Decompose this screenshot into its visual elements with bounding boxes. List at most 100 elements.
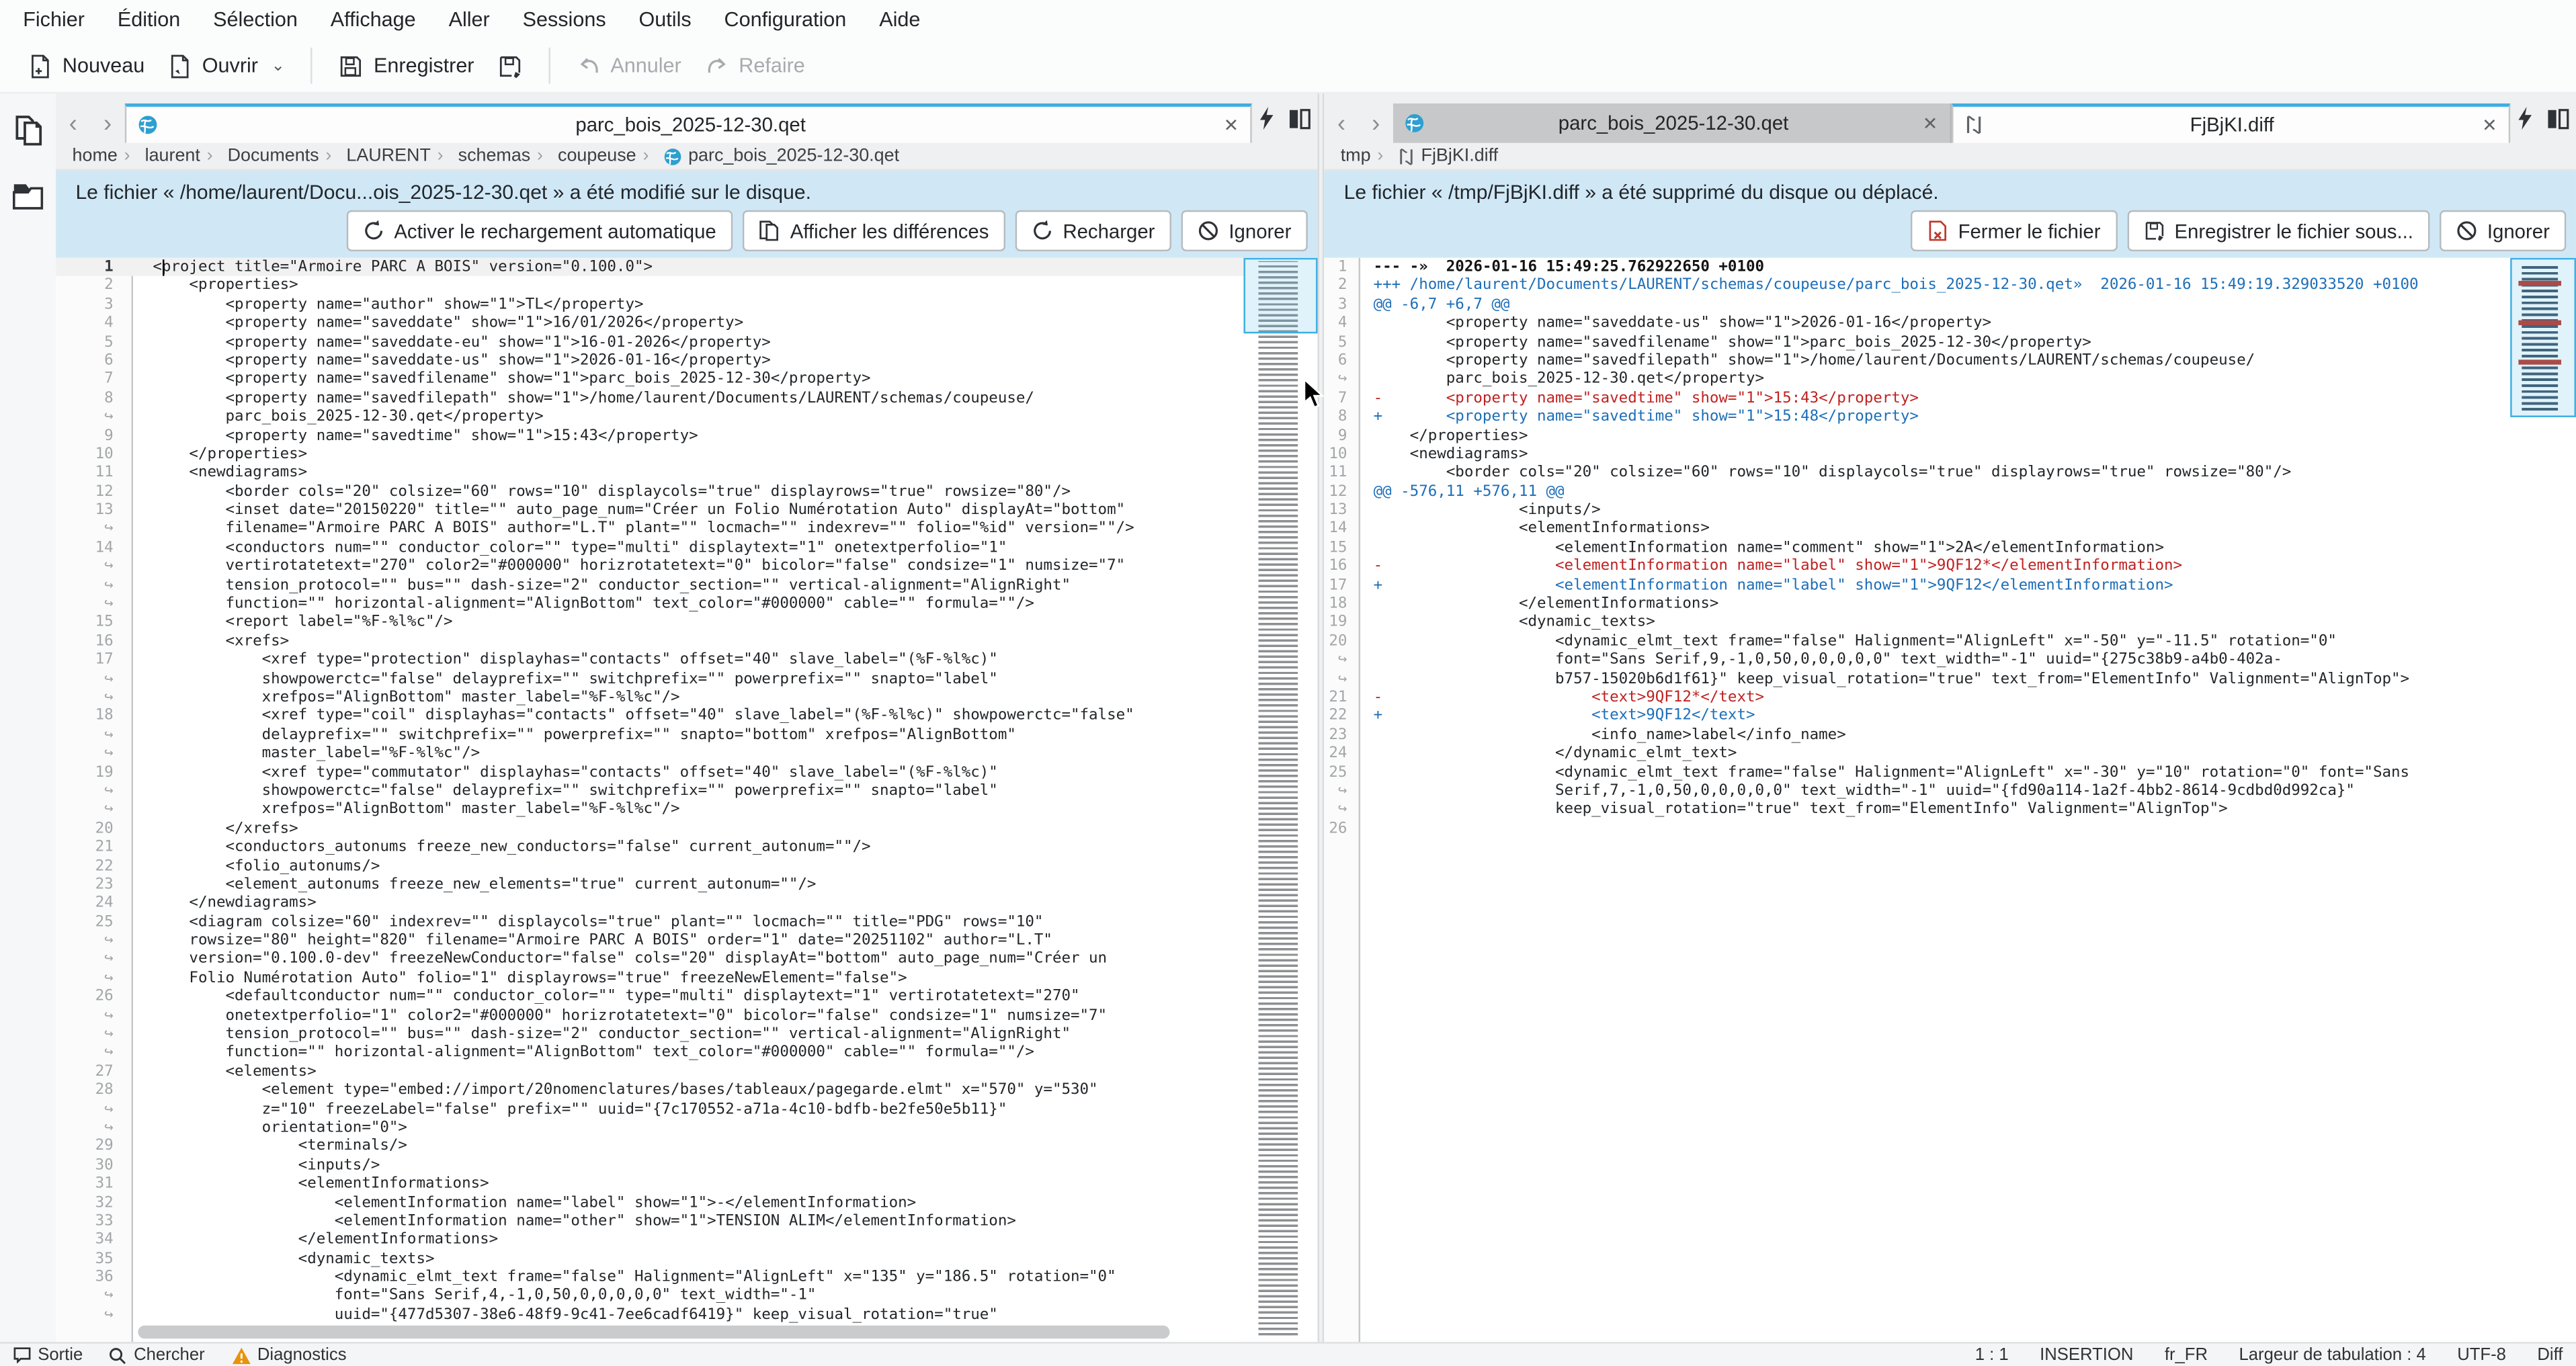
crumb-home[interactable]: home <box>69 146 121 166</box>
undo-icon <box>576 53 601 78</box>
toolbar-separator <box>548 48 550 84</box>
code-line: 20 </xrefs> <box>56 819 1317 838</box>
ignore-button-left[interactable]: Ignorer <box>1181 210 1308 251</box>
redo-icon <box>704 53 729 78</box>
ignore-label: Ignorer <box>1229 219 1291 242</box>
qet-file-icon <box>663 147 681 165</box>
horizontal-scrollbar[interactable] <box>138 1326 1235 1339</box>
code-line: 28 <element type="embed://import/20nomen… <box>56 1081 1317 1100</box>
code-line: 10 <newdiagrams> <box>1324 445 2576 464</box>
output-toggle[interactable]: Sortie <box>13 1345 83 1365</box>
minimap-viewport[interactable] <box>1243 258 1317 333</box>
tab-parc-bois-left[interactable]: parc_bois_2025-12-30.qet ✕ <box>125 103 1252 143</box>
diagnostics-label: Diagnostics <box>257 1345 347 1365</box>
quick-open-icon[interactable] <box>1258 107 1274 130</box>
code-line: 5 <property name="saveddate-eu" show="1"… <box>56 333 1317 351</box>
diff-pages-icon <box>759 220 780 242</box>
tab-parc-bois-right[interactable]: parc_bois_2025-12-30.qet ✕ <box>1393 103 1951 143</box>
history-forward-button[interactable]: › <box>1359 103 1393 143</box>
history-back-button[interactable]: ‹ <box>56 103 90 143</box>
cursor-position[interactable]: 1 : 1 <box>1975 1345 2009 1365</box>
save-as-button[interactable] <box>486 47 534 85</box>
crumb-documents[interactable]: Documents <box>204 146 323 166</box>
menu-fichier[interactable]: Fichier <box>7 0 101 40</box>
menu-outils[interactable]: Outils <box>622 0 708 40</box>
highlighting-mode[interactable]: Diff <box>2537 1345 2563 1365</box>
ignore-button-right[interactable]: Ignorer <box>2440 210 2566 251</box>
tab-close-icon[interactable]: ✕ <box>1214 114 1239 136</box>
menu-aller[interactable]: Aller <box>432 0 506 40</box>
code-line: 8 <property name="savedfilepath" show="1… <box>56 389 1317 408</box>
tab-title: parc_bois_2025-12-30.qet <box>167 114 1214 136</box>
save-button[interactable]: Enregistrer <box>328 47 486 85</box>
code-line: 1--- -» 2026-01-16 15:49:25.762922650 +0… <box>1324 258 2576 277</box>
code-line: 12 <border cols="20" colsize="60" rows="… <box>56 482 1317 501</box>
crumb-diff-file[interactable]: FjBjKI.diff <box>1374 146 1501 166</box>
tab-width[interactable]: Largeur de tabulation : 4 <box>2239 1345 2425 1365</box>
history-forward-button[interactable]: › <box>90 103 124 143</box>
horizontal-scrollbar-thumb[interactable] <box>138 1326 1169 1339</box>
code-line: 18 <xref type="coil" displayhas="contact… <box>56 707 1317 726</box>
dictionary[interactable]: fr_FR <box>2165 1345 2208 1365</box>
crumb-file[interactable]: parc_bois_2025-12-30.qet <box>640 146 903 166</box>
crumb-coupeuse[interactable]: coupeuse <box>534 146 639 166</box>
code-line: ↪ function="" horizontal-alignment="Alig… <box>56 1043 1317 1062</box>
minimap-viewport[interactable] <box>2510 258 2576 417</box>
tab-close-icon[interactable]: ✕ <box>2472 114 2497 136</box>
tab-close-icon[interactable]: ✕ <box>1913 112 1938 134</box>
split-view-icon[interactable] <box>1288 108 1311 129</box>
crumb-file-label: parc_bois_2025-12-30.qet <box>688 146 899 166</box>
menu-affichage[interactable]: Affichage <box>314 0 432 40</box>
quick-open-icon[interactable] <box>2517 107 2533 130</box>
save-file-as-button[interactable]: Enregistrer le fichier sous... <box>2127 210 2430 251</box>
input-mode[interactable]: INSERTION <box>2040 1345 2133 1365</box>
code-line: ↪ parc_bois_2025-12-30.qet</property> <box>1324 370 2576 389</box>
crumb-laurent[interactable]: laurent <box>121 146 204 166</box>
show-diff-button[interactable]: Afficher les différences <box>743 210 1005 251</box>
diff-file-icon <box>1398 147 1414 165</box>
encoding[interactable]: UTF-8 <box>2457 1345 2506 1365</box>
filesystem-toolview-icon[interactable] <box>11 182 44 210</box>
history-back-button[interactable]: ‹ <box>1324 103 1358 143</box>
open-icon <box>167 53 192 78</box>
code-line: ↪ version="0.100.0-dev" freezeNewConduct… <box>56 950 1317 969</box>
menu-sessions[interactable]: Sessions <box>506 0 622 40</box>
split-view-icon[interactable] <box>2546 108 2569 129</box>
reload-button[interactable]: Recharger <box>1015 210 1171 251</box>
undo-button[interactable]: Annuler <box>565 47 693 85</box>
menu-selection[interactable]: Sélection <box>197 0 315 40</box>
code-line: ↪ Serif,7,-1,0,50,0,0,0,0,0" text_width=… <box>1324 781 2576 800</box>
open-button[interactable]: Ouvrir ⌄ <box>156 47 296 85</box>
left-minimap-scrollbar[interactable] <box>1243 258 1317 1342</box>
toolview-sidebar <box>0 93 56 1342</box>
pane-splitter[interactable] <box>1317 93 1324 1342</box>
code-line: 15 <report label="%F-%l%c"/> <box>56 613 1317 632</box>
search-icon <box>109 1346 127 1364</box>
code-line: 24 </newdiagrams> <box>56 894 1317 912</box>
tab-diff-file[interactable]: FjBjKI.diff ✕ <box>1951 103 2510 143</box>
code-line: 4 <property name="saveddate" show="1">16… <box>56 314 1317 333</box>
search-toggle[interactable]: Chercher <box>109 1345 204 1365</box>
code-line: 13 <inset date="20150220" title="" auto_… <box>56 501 1317 520</box>
new-document-button[interactable]: Nouveau <box>16 47 156 85</box>
right-tab-bar: ‹ › parc_bois_2025-12-30.qet ✕ FjBjKI.di… <box>1324 93 2576 142</box>
menu-edition[interactable]: Édition <box>101 0 196 40</box>
diagnostics-toggle[interactable]: Diagnostics <box>231 1345 347 1365</box>
code-line: ↪ font="Sans Serif,9,-1,0,50,0,0,0,0,0" … <box>1324 651 2576 670</box>
crumb-tmp[interactable]: tmp <box>1337 146 1374 166</box>
open-dropdown-chevron[interactable]: ⌄ <box>272 56 286 75</box>
code-line: ↪ onetextperfolio="1" color2="#000000" h… <box>56 1007 1317 1025</box>
menu-configuration[interactable]: Configuration <box>708 0 863 40</box>
auto-reload-button[interactable]: Activer le rechargement automatique <box>346 210 733 251</box>
left-editor-view[interactable]: 1<project title="Armoire PARC A BOIS" ve… <box>56 258 1317 1342</box>
crumb-schemas[interactable]: schemas <box>434 146 534 166</box>
crumb-LAURENT[interactable]: LAURENT <box>323 146 434 166</box>
code-line: 5 <property name="savedfilename" show="1… <box>1324 333 2576 351</box>
menu-aide[interactable]: Aide <box>863 0 937 40</box>
documents-toolview-icon[interactable] <box>12 115 43 146</box>
redo-button[interactable]: Refaire <box>693 47 817 85</box>
close-file-button[interactable]: Fermer le fichier <box>1911 210 2117 251</box>
right-editor-view[interactable]: 1--- -» 2026-01-16 15:49:25.762922650 +0… <box>1324 258 2576 1342</box>
right-minimap-scrollbar[interactable] <box>2510 258 2576 1342</box>
code-line: 35 <dynamic_texts> <box>56 1250 1317 1269</box>
